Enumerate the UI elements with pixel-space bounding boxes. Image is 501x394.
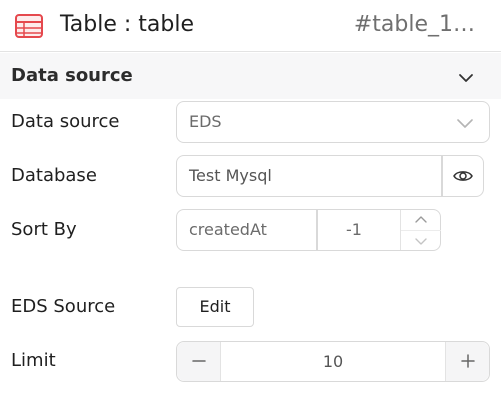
database-label: Database <box>11 165 97 186</box>
limit-value-input[interactable]: 10 <box>221 342 445 381</box>
limit-increment-button[interactable] <box>445 342 489 381</box>
limit-decrement-button[interactable] <box>177 342 221 381</box>
chevron-down-icon[interactable] <box>456 68 476 88</box>
edit-eds-source-button[interactable]: Edit <box>176 287 254 327</box>
limit-stepper: 10 <box>176 341 490 382</box>
chevron-down-icon <box>415 238 427 245</box>
sort-direction-input[interactable]: -1 <box>317 209 441 251</box>
limit-label: Limit <box>11 350 56 371</box>
database-field[interactable]: Test Mysql <box>176 155 442 197</box>
data-source-select[interactable]: EDS <box>176 101 490 143</box>
data-source-value: EDS <box>189 112 222 131</box>
plus-icon <box>461 354 475 368</box>
panel-title: Table : table <box>60 12 195 37</box>
sort-direction-stepper <box>400 210 441 250</box>
data-source-section-header[interactable]: Data source <box>0 53 501 99</box>
view-database-button[interactable] <box>442 155 484 197</box>
sort-field-value: createdAt <box>189 220 267 239</box>
decrement-button[interactable] <box>401 230 441 250</box>
chevron-down-icon <box>457 119 473 128</box>
chevron-up-icon <box>415 216 427 223</box>
sort-by-label: Sort By <box>11 219 77 240</box>
database-value: Test Mysql <box>189 166 272 185</box>
table-icon <box>15 14 43 38</box>
sort-field-input[interactable]: createdAt <box>176 209 317 251</box>
eds-source-label: EDS Source <box>11 296 116 317</box>
eye-icon <box>453 171 473 181</box>
data-source-label: Data source <box>11 111 120 132</box>
increment-button[interactable] <box>401 210 441 230</box>
sort-direction-value: -1 <box>346 220 362 239</box>
section-title: Data source <box>11 65 133 86</box>
panel-header: Table : table #table_1… <box>0 0 501 52</box>
minus-icon <box>192 360 206 362</box>
component-id: #table_1… <box>353 12 475 37</box>
